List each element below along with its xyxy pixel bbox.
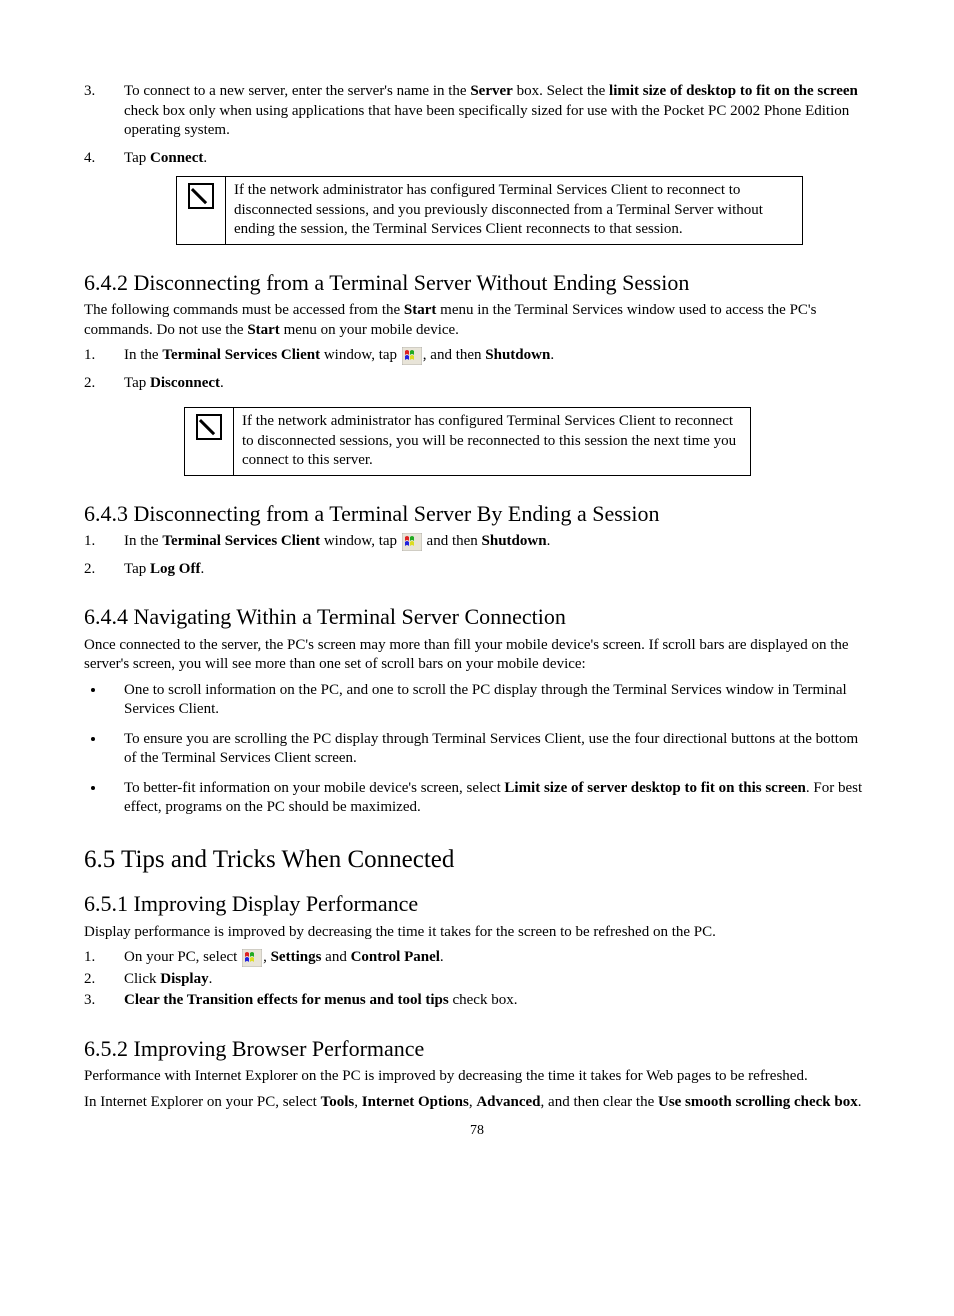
step-text: On your PC, select , Settings and Contro…	[124, 948, 870, 968]
step-3: 3. To connect to a new server, enter the…	[84, 82, 870, 141]
step-number: 4.	[84, 149, 124, 169]
step-number: 3.	[84, 82, 124, 141]
heading-6-4-3: 6.4.3 Disconnecting from a Terminal Serv…	[84, 500, 870, 529]
windows-start-icon	[402, 533, 422, 551]
step-4: 4. Tap Connect.	[84, 149, 870, 169]
heading-6-5-1: 6.5.1 Improving Display Performance	[84, 890, 870, 919]
step-text: In the Terminal Services Client window, …	[124, 532, 870, 552]
paragraph: In Internet Explorer on your PC, select …	[84, 1093, 870, 1113]
list-item: One to scroll information on the PC, and…	[106, 681, 870, 720]
step-number: 2.	[84, 970, 124, 990]
paragraph: Performance with Internet Explorer on th…	[84, 1067, 870, 1087]
step-2: 2. Tap Disconnect.	[84, 374, 870, 394]
list-item: To ensure you are scrolling the PC displ…	[106, 730, 870, 769]
note-text: If the network administrator has configu…	[226, 177, 803, 245]
step-1: 1. In the Terminal Services Client windo…	[84, 346, 870, 366]
step-1: 1. In the Terminal Services Client windo…	[84, 532, 870, 552]
step-text: Tap Log Off.	[124, 560, 870, 580]
step-text: Click Display.	[124, 970, 870, 990]
page-number: 78	[84, 1122, 870, 1140]
step-number: 1.	[84, 532, 124, 552]
step-2: 2. Tap Log Off.	[84, 560, 870, 580]
step-number: 2.	[84, 560, 124, 580]
heading-6-5: 6.5 Tips and Tricks When Connected	[84, 844, 870, 877]
step-text: To connect to a new server, enter the se…	[124, 82, 870, 141]
section-intro: The following commands must be accessed …	[84, 301, 870, 340]
step-text: In the Terminal Services Client window, …	[124, 346, 870, 366]
heading-6-4-2: 6.4.2 Disconnecting from a Terminal Serv…	[84, 269, 870, 298]
bullet-list: One to scroll information on the PC, and…	[106, 681, 870, 818]
section-intro: Display performance is improved by decre…	[84, 923, 870, 943]
note-box: If the network administrator has configu…	[184, 407, 751, 476]
heading-6-5-2: 6.5.2 Improving Browser Performance	[84, 1035, 870, 1064]
step-number: 1.	[84, 948, 124, 968]
step-number: 3.	[84, 991, 124, 1011]
note-text: If the network administrator has configu…	[234, 408, 751, 476]
list-item: To better-fit information on your mobile…	[106, 779, 870, 818]
note-icon	[188, 183, 214, 209]
heading-6-4-4: 6.4.4 Navigating Within a Terminal Serve…	[84, 603, 870, 632]
step-text: Clear the Transition effects for menus a…	[124, 991, 870, 1011]
note-box: If the network administrator has configu…	[176, 176, 803, 245]
step-text: Tap Disconnect.	[124, 374, 870, 394]
step-3: 3. Clear the Transition effects for menu…	[84, 991, 870, 1011]
step-2: 2. Click Display.	[84, 970, 870, 990]
step-1: 1. On your PC, select , Settings and Con…	[84, 948, 870, 968]
windows-start-icon	[402, 347, 422, 365]
step-text: Tap Connect.	[124, 149, 870, 169]
note-icon	[196, 414, 222, 440]
step-number: 2.	[84, 374, 124, 394]
windows-start-icon	[242, 949, 262, 967]
section-intro: Once connected to the server, the PC's s…	[84, 636, 870, 675]
step-number: 1.	[84, 346, 124, 366]
